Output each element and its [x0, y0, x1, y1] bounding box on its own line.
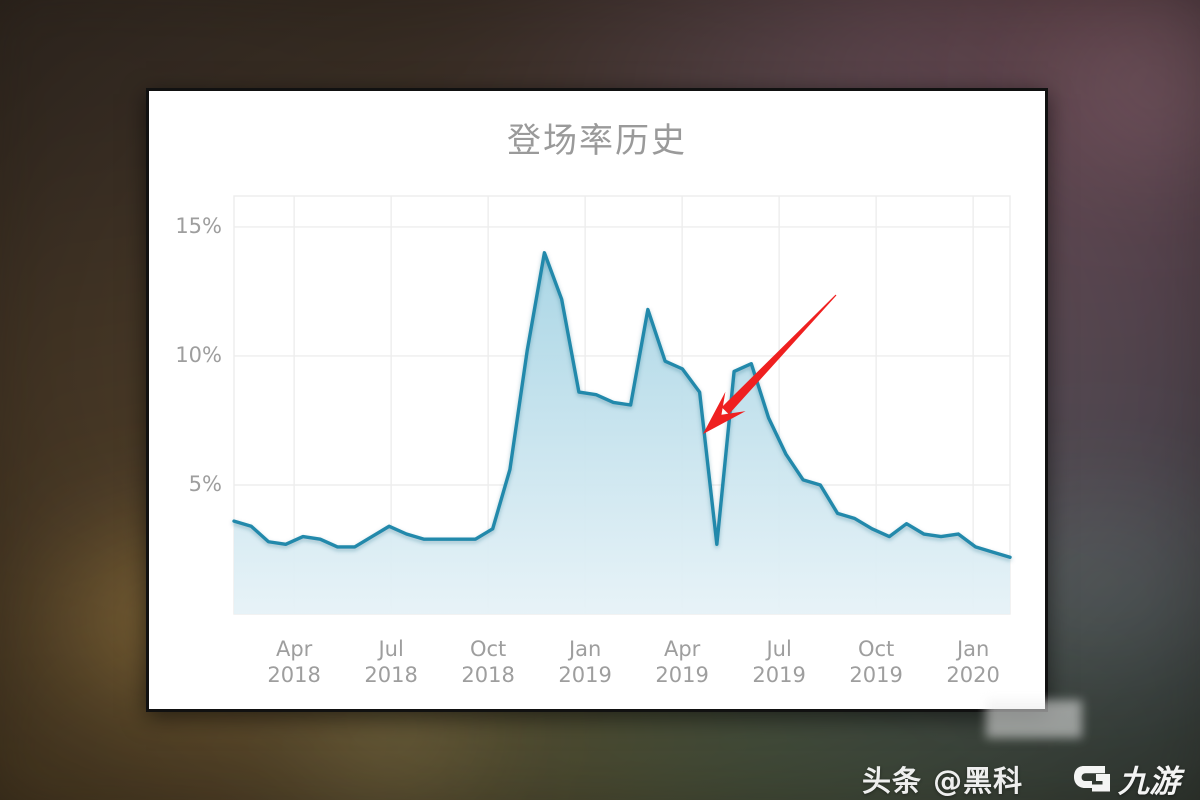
x-tick-year: 2019 — [752, 662, 806, 687]
x-tick-month: Jul — [378, 637, 404, 661]
x-tick-year: 2018 — [267, 662, 321, 687]
x-axis-tick-label: Apr 2018 — [239, 637, 349, 688]
y-axis-tick-label: 15% — [175, 213, 222, 238]
x-tick-year: 2018 — [364, 662, 418, 687]
x-axis-tick-label: Jan 2019 — [530, 637, 640, 688]
x-axis-tick-label: Jul 2019 — [724, 637, 834, 688]
chart-card: 登场率历史 5% 10% 15% Apr 2018 Jul 2018 Oct 2018 J — [146, 88, 1048, 712]
watermark-blur-block — [986, 700, 1082, 738]
site-watermark-label: 九游 — [1118, 764, 1180, 800]
x-axis-tick-label: Apr 2019 — [627, 637, 737, 688]
x-axis-tick-label: Jul 2018 — [336, 637, 446, 688]
y-axis-tick-label: 10% — [175, 342, 222, 367]
x-tick-month: Jan — [568, 637, 602, 661]
x-tick-month: Jul — [766, 637, 792, 661]
area-chart-svg — [232, 195, 1012, 615]
x-axis-tick-label: Oct 2018 — [433, 637, 543, 688]
x-tick-year: 2019 — [655, 662, 709, 687]
y-axis-tick-label: 5% — [188, 471, 222, 496]
site-watermark: 九游 — [1072, 756, 1180, 800]
x-tick-month: Apr — [663, 637, 701, 661]
screenshot-root: 登场率历史 5% 10% 15% Apr 2018 Jul 2018 Oct 2018 J — [0, 0, 1200, 800]
x-tick-month: Oct — [857, 637, 895, 661]
area-fill-path — [234, 252, 1010, 614]
chart-plot-area — [149, 91, 1051, 715]
x-tick-year: 2019 — [849, 662, 903, 687]
x-tick-year: 2020 — [946, 662, 1000, 687]
jiuyou-g-logo-icon — [1074, 765, 1110, 791]
x-tick-year: 2018 — [461, 662, 515, 687]
x-tick-month: Jan — [956, 637, 990, 661]
x-tick-month: Oct — [469, 637, 507, 661]
x-tick-year: 2019 — [558, 662, 612, 687]
x-axis-tick-label: Jan 2020 — [918, 637, 1028, 688]
x-tick-month: Apr — [275, 637, 313, 661]
x-axis-tick-label: Oct 2019 — [821, 637, 931, 688]
author-watermark: 头条 @黑科 — [862, 764, 1024, 798]
